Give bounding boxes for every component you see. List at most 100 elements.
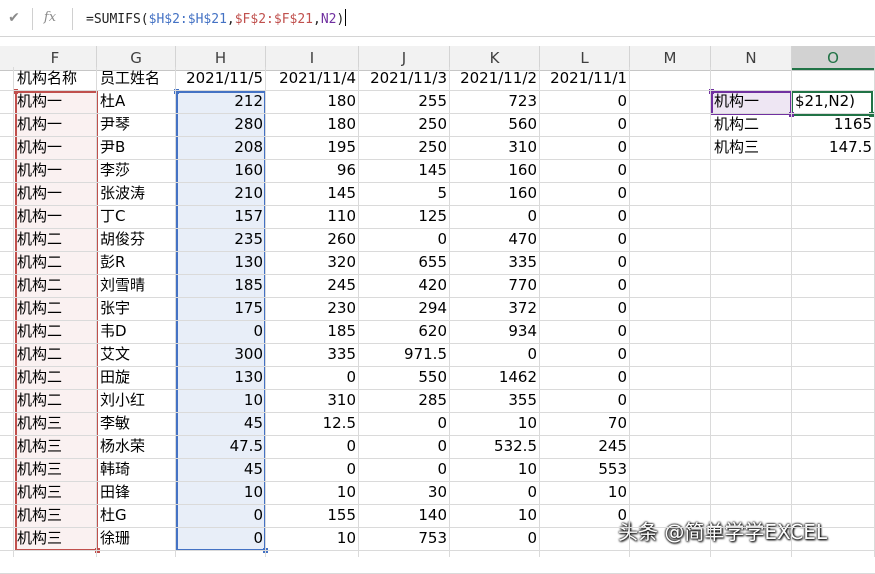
value-cell[interactable]: 934 [450, 320, 540, 343]
name-cell[interactable]: 田锋 [97, 481, 176, 504]
value-cell[interactable]: 0 [266, 366, 359, 389]
value-cell[interactable]: 260 [266, 228, 359, 251]
value-cell[interactable]: 0 [540, 90, 630, 113]
value-cell[interactable]: 0 [540, 159, 630, 182]
value-cell[interactable]: 335 [450, 251, 540, 274]
summary-value-cell[interactable]: 1165 [792, 113, 875, 136]
value-cell[interactable]: 723 [450, 90, 540, 113]
summary-value-cell[interactable]: $21,N2) [792, 90, 875, 113]
value-cell[interactable]: 0 [540, 504, 630, 527]
value-cell[interactable]: 753 [359, 527, 450, 550]
value-cell[interactable]: 157 [176, 205, 266, 228]
value-cell[interactable]: 10 [266, 527, 359, 550]
value-cell[interactable]: 0 [540, 113, 630, 136]
value-cell[interactable]: 0 [176, 527, 266, 550]
value-cell[interactable]: 0 [359, 412, 450, 435]
value-cell[interactable]: 208 [176, 136, 266, 159]
value-cell[interactable]: 335 [266, 343, 359, 366]
name-cell[interactable]: 彭R [97, 251, 176, 274]
value-cell[interactable]: 0 [540, 251, 630, 274]
value-cell[interactable]: 70 [540, 412, 630, 435]
org-cell[interactable]: 机构一 [14, 136, 97, 159]
value-cell[interactable]: 110 [266, 205, 359, 228]
header-cell[interactable]: 2021/11/3 [359, 67, 450, 90]
value-cell[interactable]: 96 [266, 159, 359, 182]
value-cell[interactable]: 285 [359, 389, 450, 412]
name-cell[interactable]: 刘小红 [97, 389, 176, 412]
name-cell[interactable]: 丁C [97, 205, 176, 228]
name-cell[interactable]: 张波涛 [97, 182, 176, 205]
value-cell[interactable]: 1462 [450, 366, 540, 389]
value-cell[interactable]: 180 [266, 113, 359, 136]
value-cell[interactable]: 185 [266, 320, 359, 343]
value-cell[interactable]: 310 [266, 389, 359, 412]
value-cell[interactable]: 0 [359, 228, 450, 251]
org-cell[interactable]: 机构三 [14, 435, 97, 458]
value-cell[interactable]: 45 [176, 458, 266, 481]
value-cell[interactable]: 294 [359, 297, 450, 320]
value-cell[interactable]: 0 [450, 481, 540, 504]
name-cell[interactable]: 杜G [97, 504, 176, 527]
value-cell[interactable]: 0 [540, 343, 630, 366]
value-cell[interactable]: 620 [359, 320, 450, 343]
value-cell[interactable]: 0 [540, 389, 630, 412]
org-cell[interactable]: 机构三 [14, 481, 97, 504]
value-cell[interactable]: 30 [359, 481, 450, 504]
header-cell[interactable]: 2021/11/1 [540, 67, 630, 90]
fx-icon[interactable]: fx [40, 8, 60, 28]
org-cell[interactable]: 机构二 [14, 343, 97, 366]
value-cell[interactable]: 145 [266, 182, 359, 205]
value-cell[interactable]: 470 [450, 228, 540, 251]
org-cell[interactable]: 机构三 [14, 527, 97, 550]
value-cell[interactable]: 0 [266, 435, 359, 458]
value-cell[interactable]: 10 [176, 481, 266, 504]
org-cell[interactable]: 机构二 [14, 297, 97, 320]
summary-org-cell[interactable]: 机构二 [711, 113, 792, 136]
value-cell[interactable]: 0 [176, 504, 266, 527]
value-cell[interactable]: 160 [450, 159, 540, 182]
value-cell[interactable]: 255 [359, 90, 450, 113]
value-cell[interactable]: 0 [450, 205, 540, 228]
header-cell[interactable]: 2021/11/4 [266, 67, 359, 90]
org-cell[interactable]: 机构二 [14, 274, 97, 297]
value-cell[interactable]: 45 [176, 412, 266, 435]
name-cell[interactable]: 李莎 [97, 159, 176, 182]
name-cell[interactable]: 尹B [97, 136, 176, 159]
name-cell[interactable]: 艾文 [97, 343, 176, 366]
org-cell[interactable]: 机构一 [14, 113, 97, 136]
value-cell[interactable]: 145 [359, 159, 450, 182]
value-cell[interactable]: 553 [540, 458, 630, 481]
value-cell[interactable]: 125 [359, 205, 450, 228]
summary-org-cell[interactable]: 机构一 [711, 90, 792, 113]
name-cell[interactable]: 田旋 [97, 366, 176, 389]
org-cell[interactable]: 机构二 [14, 320, 97, 343]
value-cell[interactable]: 0 [359, 435, 450, 458]
value-cell[interactable]: 235 [176, 228, 266, 251]
value-cell[interactable]: 0 [450, 343, 540, 366]
name-cell[interactable]: 张宇 [97, 297, 176, 320]
value-cell[interactable]: 10 [450, 458, 540, 481]
value-cell[interactable]: 130 [176, 251, 266, 274]
column-header-m[interactable]: M [630, 46, 711, 70]
value-cell[interactable]: 245 [266, 274, 359, 297]
value-cell[interactable]: 5 [359, 182, 450, 205]
value-cell[interactable]: 0 [540, 228, 630, 251]
header-cell[interactable]: 机构名称 [14, 67, 97, 90]
value-cell[interactable] [540, 527, 630, 550]
value-cell[interactable]: 770 [450, 274, 540, 297]
check-icon[interactable]: ✔ [4, 8, 24, 28]
value-cell[interactable]: 0 [176, 320, 266, 343]
value-cell[interactable]: 180 [266, 90, 359, 113]
value-cell[interactable]: 420 [359, 274, 450, 297]
value-cell[interactable]: 310 [450, 136, 540, 159]
value-cell[interactable]: 532.5 [450, 435, 540, 458]
name-cell[interactable]: 尹琴 [97, 113, 176, 136]
name-cell[interactable]: 李敏 [97, 412, 176, 435]
value-cell[interactable]: 320 [266, 251, 359, 274]
value-cell[interactable]: 160 [176, 159, 266, 182]
value-cell[interactable]: 10 [450, 504, 540, 527]
org-cell[interactable]: 机构一 [14, 205, 97, 228]
value-cell[interactable]: 300 [176, 343, 266, 366]
value-cell[interactable]: 12.5 [266, 412, 359, 435]
org-cell[interactable]: 机构二 [14, 251, 97, 274]
